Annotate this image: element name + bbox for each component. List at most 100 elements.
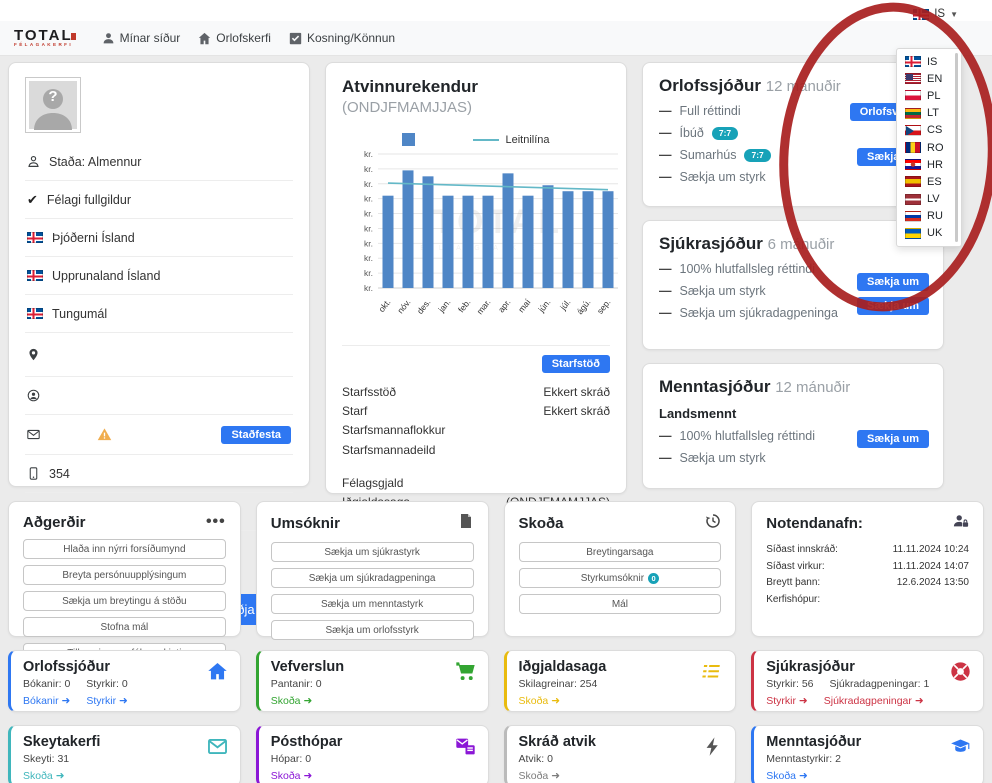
chart-bar (403, 170, 414, 288)
view-link[interactable]: Skoða ➜ (766, 770, 808, 782)
view-link[interactable]: Skoða ➜ (23, 770, 65, 782)
dash-icon: — (659, 451, 672, 465)
change-history-button[interactable]: Breytingarsaga (519, 542, 722, 562)
dash-icon: — (659, 170, 672, 184)
flag-lv-icon (905, 194, 921, 205)
language-option-lv[interactable]: LV (903, 191, 959, 208)
info-row: Félagsgjald (342, 474, 610, 493)
fund-item: —Sækja um styrk (659, 170, 927, 184)
view-title: Skoða (519, 515, 564, 532)
cases-button[interactable]: Mál (519, 594, 722, 614)
x-tick-label: júl. (557, 297, 572, 313)
apply-status-change-button[interactable]: Sækja um breytingu á stöðu (23, 591, 226, 611)
chart-bar (443, 196, 454, 288)
profile-row-origin: Upprunaland Ísland (25, 257, 293, 295)
view-link[interactable]: Skoða ➜ (519, 770, 561, 782)
nav-item-kosning[interactable]: Kosning/Könnun (289, 31, 395, 45)
language-option-label: IS (927, 56, 937, 68)
employer-info: StarfsstöðEkkert skráð StarfEkkert skráð… (342, 383, 610, 512)
grant-applications-button[interactable]: Styrkumsóknir0 (519, 568, 722, 588)
language-option-label: EN (927, 73, 942, 85)
nav-item-minar-sidur[interactable]: Mínar síður (102, 31, 181, 45)
y-tick-label: kr. (364, 164, 373, 174)
dash-icon: — (659, 148, 672, 162)
availability-badge: 7:7 (744, 149, 770, 162)
chart-bar (563, 191, 574, 288)
language-option-en[interactable]: EN (903, 70, 959, 87)
stat-links: Skoða ➜ (519, 695, 724, 707)
nav-item-orlofskerfi[interactable]: Orlofskerfi (198, 31, 271, 45)
apply-sickpay-button[interactable]: Sækja um sjúkradagpeninga (271, 568, 474, 588)
sickpay-link[interactable]: Sjúkradagpeningar ➜ (824, 695, 924, 707)
user-row: Síðast innskráð:11.11.2024 10:24 (766, 542, 969, 559)
x-tick-label: ágú. (575, 297, 593, 316)
language-option-ro[interactable]: RO (903, 139, 959, 156)
y-tick-label: kr. (364, 268, 373, 278)
create-case-button[interactable]: Stofna mál (23, 617, 226, 637)
apply-holiday-grant-button[interactable]: Sækja um orlofsstyrk (271, 620, 474, 640)
language-option-pl[interactable]: PL (903, 87, 959, 104)
apply-grant-button[interactable]: Sækja um (857, 273, 929, 291)
arrow-right-icon: ➜ (799, 770, 808, 782)
home-icon (198, 32, 211, 45)
profile-card: ? Staða: Almennur ✔ Félagi fullgildur Þj… (8, 62, 310, 487)
view-link[interactable]: Skoða ➜ (271, 695, 313, 707)
stat-row-2: Skeytakerfi Skeyti: 31 Skoða ➜ Pósthópar… (8, 725, 984, 783)
view-link[interactable]: Skoða ➜ (271, 770, 313, 782)
stat-links: Skoða ➜ (271, 770, 476, 782)
arrow-right-icon: ➜ (62, 695, 71, 707)
arrow-right-icon: ➜ (303, 770, 312, 782)
location-pin-icon (27, 348, 40, 361)
dropdown-scrollbar[interactable] (955, 53, 958, 242)
language-option-es[interactable]: ES (903, 173, 959, 190)
history-icon (705, 513, 721, 534)
view-link[interactable]: Skoða ➜ (519, 695, 561, 707)
ellipsis-icon: ••• (206, 513, 226, 531)
arrow-right-icon: ➜ (56, 770, 65, 782)
bottom-section: Aðgerðir ••• Hlaða inn nýrri forsíðumynd… (8, 501, 984, 783)
count-badge: 0 (648, 573, 659, 584)
chart-bar (603, 191, 614, 288)
language-option-is[interactable]: IS (903, 53, 959, 70)
legend-trendline-label: Leitnilína (505, 134, 549, 146)
edit-personal-info-button[interactable]: Breyta persónuupplýsingum (23, 565, 226, 585)
chart-bar (463, 196, 474, 288)
apply-sickness-grant-button[interactable]: Sækja um sjúkrastyrk (271, 542, 474, 562)
arrow-right-icon: ➜ (799, 695, 808, 707)
y-tick-label: kr. (364, 149, 373, 159)
dash-icon: — (659, 306, 672, 320)
legend-line-swatch (473, 139, 499, 141)
legend-trendline: Leitnilína (473, 134, 549, 146)
x-tick-label: mar. (475, 297, 493, 316)
apply-education-grant-button[interactable]: Sækja um menntastyrk (271, 594, 474, 614)
language-option-cs[interactable]: CS (903, 122, 959, 139)
mail-group-icon (455, 736, 476, 762)
x-tick-label: des. (415, 297, 433, 316)
language-option-ru[interactable]: RU (903, 208, 959, 225)
apply-sickpay-button[interactable]: Sækja um (857, 297, 929, 315)
chart-container: kr.kr.kr.kr.kr.kr.kr.kr.kr.kr.TOTALF É L… (342, 148, 610, 341)
bookings-link[interactable]: Bókanir ➜ (23, 695, 70, 707)
language-dropdown-toggle[interactable]: IS ▼ (913, 8, 958, 20)
grants-link[interactable]: Styrkir ➜ (86, 695, 127, 707)
warning-icon (97, 427, 112, 442)
confirm-button[interactable]: Staðfesta (221, 426, 291, 444)
grants-link[interactable]: Styrkir ➜ (766, 695, 807, 707)
station-button[interactable]: Starfstöð (542, 355, 610, 373)
language-option-label: HR (927, 159, 943, 171)
arrow-right-icon: ➜ (551, 770, 560, 782)
chart-bar (503, 173, 514, 288)
brand-logo[interactable]: TOTAL FÉLAGAKERFI (14, 29, 76, 47)
dash-icon: — (659, 284, 672, 298)
apply-education-button[interactable]: Sækja um (857, 430, 929, 448)
top-section: ? Staða: Almennur ✔ Félagi fullgildur Þj… (8, 62, 984, 494)
language-option-lt[interactable]: LT (903, 105, 959, 122)
upload-photo-button[interactable]: Hlaða inn nýrri forsíðumynd (23, 539, 226, 559)
actions-title: Aðgerðir (23, 514, 86, 531)
stat-title: Skráð atvik (519, 734, 724, 750)
profile-row-address (25, 333, 293, 377)
language-option-hr[interactable]: HR (903, 156, 959, 173)
language-option-uk[interactable]: UK (903, 225, 959, 242)
stat-card-skrad-atvik: Skráð atvik Atvik: 0 Skoða ➜ (504, 725, 737, 783)
stat-links: Skoða ➜ (519, 770, 724, 782)
